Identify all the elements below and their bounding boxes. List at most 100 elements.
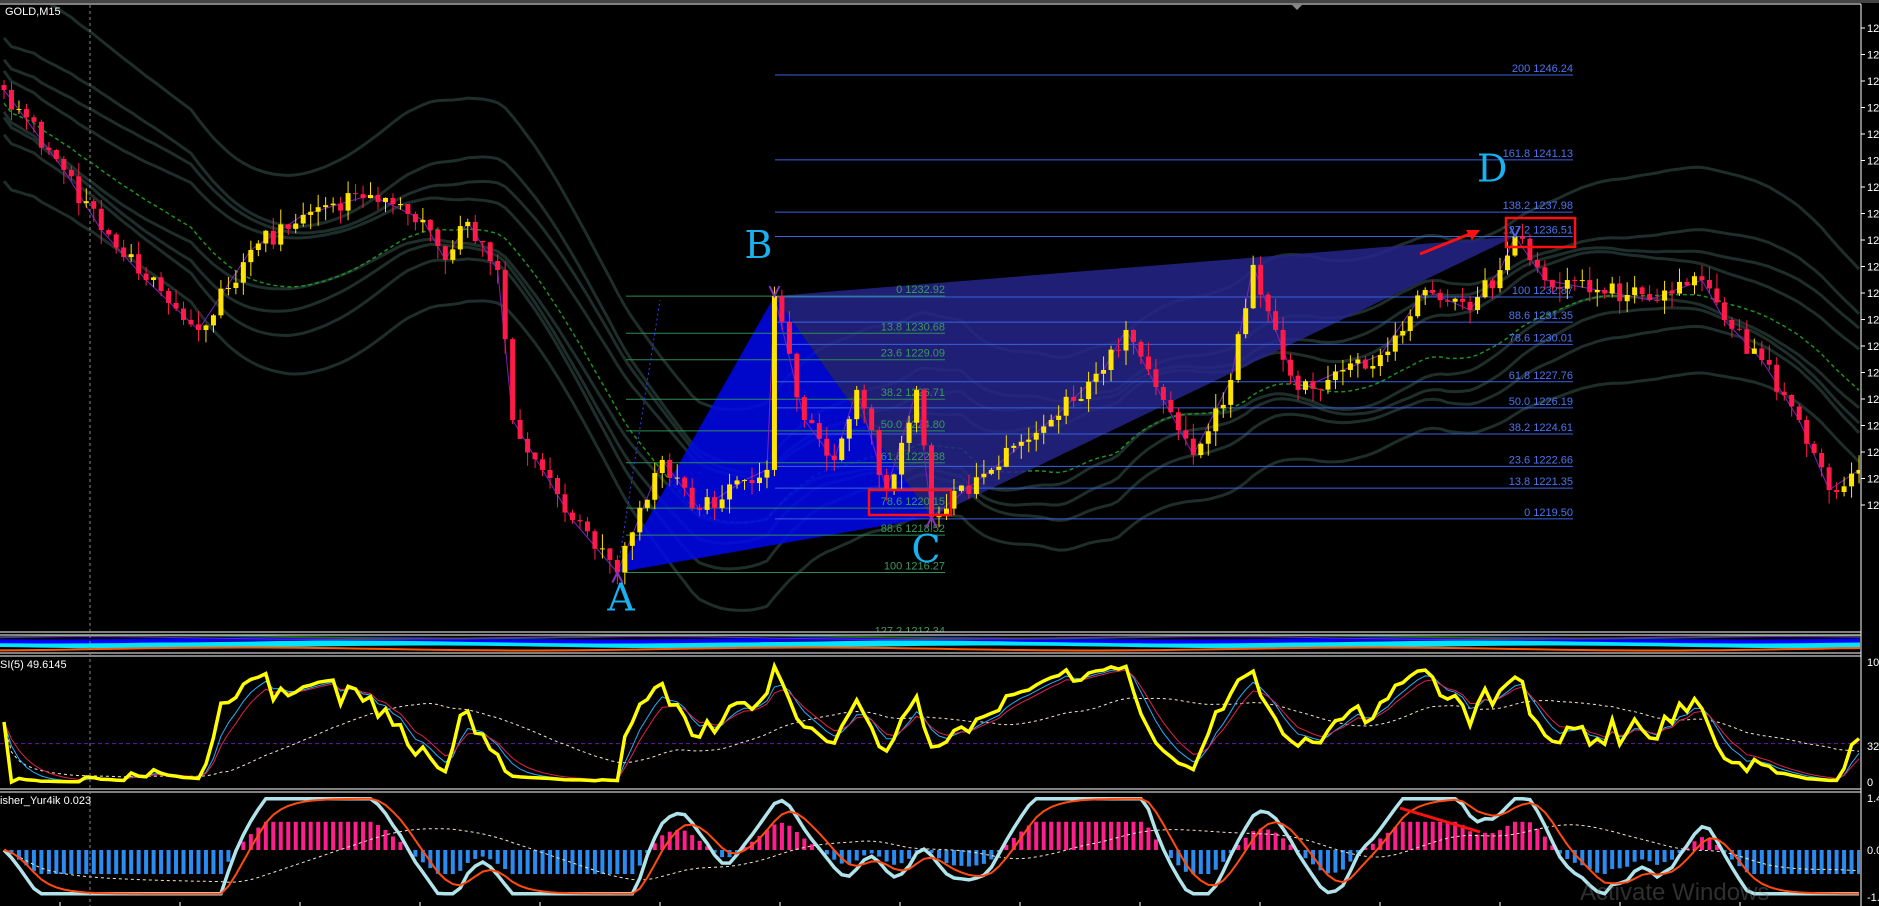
candle[interactable]	[1684, 277, 1690, 287]
candle[interactable]	[771, 286, 777, 477]
candle[interactable]	[1482, 268, 1488, 299]
candle[interactable]	[525, 432, 531, 466]
candle[interactable]	[1691, 272, 1697, 295]
candle[interactable]	[255, 240, 261, 257]
rsi-main-line	[2, 661, 1860, 785]
candle[interactable]	[375, 186, 381, 210]
candle[interactable]	[1362, 356, 1368, 371]
candle[interactable]	[1624, 282, 1630, 313]
candle[interactable]	[1325, 365, 1331, 394]
candle[interactable]	[1557, 272, 1563, 303]
candle[interactable]	[1774, 357, 1780, 401]
candle[interactable]	[510, 337, 516, 425]
candle[interactable]	[121, 239, 127, 262]
candle[interactable]	[1497, 257, 1503, 293]
candle[interactable]	[1587, 267, 1593, 302]
candle[interactable]	[218, 280, 224, 319]
candle[interactable]	[1213, 394, 1219, 446]
candle[interactable]	[1826, 463, 1832, 504]
candle[interactable]	[1415, 290, 1421, 319]
candle[interactable]	[1288, 353, 1294, 385]
candle[interactable]	[1594, 278, 1600, 307]
candle[interactable]	[248, 240, 254, 277]
candle[interactable]	[517, 409, 523, 439]
candle[interactable]	[23, 103, 29, 130]
candle[interactable]	[1467, 295, 1473, 324]
candle[interactable]	[1796, 403, 1802, 423]
candle[interactable]	[921, 387, 927, 450]
candle[interactable]	[1841, 476, 1847, 497]
candle[interactable]	[465, 218, 471, 238]
candle[interactable]	[1579, 269, 1585, 288]
candle[interactable]	[1332, 364, 1338, 390]
candle[interactable]	[1714, 273, 1720, 306]
trading-chart-window[interactable]: 0 1232.92 13.8 1230.68 23.6 1229.09 38.2 12…	[0, 0, 1879, 906]
candle[interactable]	[420, 208, 426, 232]
candle[interactable]	[405, 203, 411, 226]
candle[interactable]	[435, 227, 441, 259]
candle[interactable]	[233, 270, 239, 295]
candle[interactable]	[1490, 278, 1496, 299]
candle[interactable]	[1437, 288, 1443, 308]
price-axis-label: 124	[1867, 76, 1879, 88]
candle[interactable]	[1804, 415, 1810, 458]
candle[interactable]	[1849, 462, 1855, 498]
candle[interactable]	[263, 229, 269, 253]
candle[interactable]	[1834, 482, 1840, 500]
candle[interactable]	[330, 197, 336, 213]
candle[interactable]	[457, 215, 463, 255]
candle[interactable]	[1160, 384, 1166, 414]
candle[interactable]	[1445, 289, 1451, 307]
candle-body	[353, 193, 359, 195]
candle[interactable]	[1609, 276, 1615, 298]
candle[interactable]	[644, 499, 650, 512]
candle[interactable]	[412, 211, 418, 231]
candle[interactable]	[166, 288, 172, 315]
main-price-panel[interactable]: 0 1232.92 13.8 1230.68 23.6 1229.09 38.2 12…	[1, 0, 1862, 638]
candle[interactable]	[442, 245, 448, 275]
candle[interactable]	[562, 483, 568, 522]
rsi-panel[interactable]	[0, 661, 1860, 785]
candle[interactable]	[547, 457, 553, 489]
candle[interactable]	[61, 155, 67, 185]
candle[interactable]	[203, 324, 209, 343]
candle[interactable]	[106, 228, 112, 237]
candle-body	[285, 224, 291, 229]
candle[interactable]	[1699, 265, 1705, 292]
candle[interactable]	[278, 209, 284, 252]
candle[interactable]	[1811, 440, 1817, 455]
candle[interactable]	[839, 436, 845, 462]
candle[interactable]	[1235, 331, 1241, 383]
candle[interactable]	[181, 301, 187, 325]
candle[interactable]	[502, 261, 508, 354]
candle[interactable]	[1310, 372, 1316, 402]
candle[interactable]	[487, 241, 493, 276]
candle[interactable]	[1819, 448, 1825, 477]
candle[interactable]	[659, 455, 665, 488]
candle[interactable]	[1789, 394, 1795, 417]
candle[interactable]	[91, 198, 97, 222]
candle-body	[1564, 280, 1570, 289]
candle[interactable]	[1572, 276, 1578, 291]
candle[interactable]	[584, 516, 590, 537]
candle[interactable]	[1392, 322, 1398, 361]
chart-shift-marker-icon[interactable]	[1292, 5, 1302, 10]
candle[interactable]	[1183, 416, 1189, 446]
candle[interactable]	[1, 79, 7, 99]
candle[interactable]	[1677, 268, 1683, 296]
candle[interactable]	[368, 182, 374, 199]
fisher-histogram-bar	[1587, 850, 1592, 870]
candle[interactable]	[1632, 276, 1638, 304]
candle[interactable]	[607, 548, 613, 574]
fib-retracement-bc-level-label: 38.2 1226.71	[881, 387, 945, 399]
candle[interactable]	[315, 194, 321, 226]
candle[interactable]	[599, 534, 605, 559]
candle[interactable]	[1647, 285, 1653, 302]
candle[interactable]	[293, 213, 299, 234]
candle[interactable]	[472, 214, 478, 244]
candle[interactable]	[592, 528, 598, 560]
candle[interactable]	[1617, 276, 1623, 314]
candle-body	[38, 121, 44, 148]
candle[interactable]	[555, 475, 561, 508]
candle[interactable]	[1303, 379, 1309, 395]
